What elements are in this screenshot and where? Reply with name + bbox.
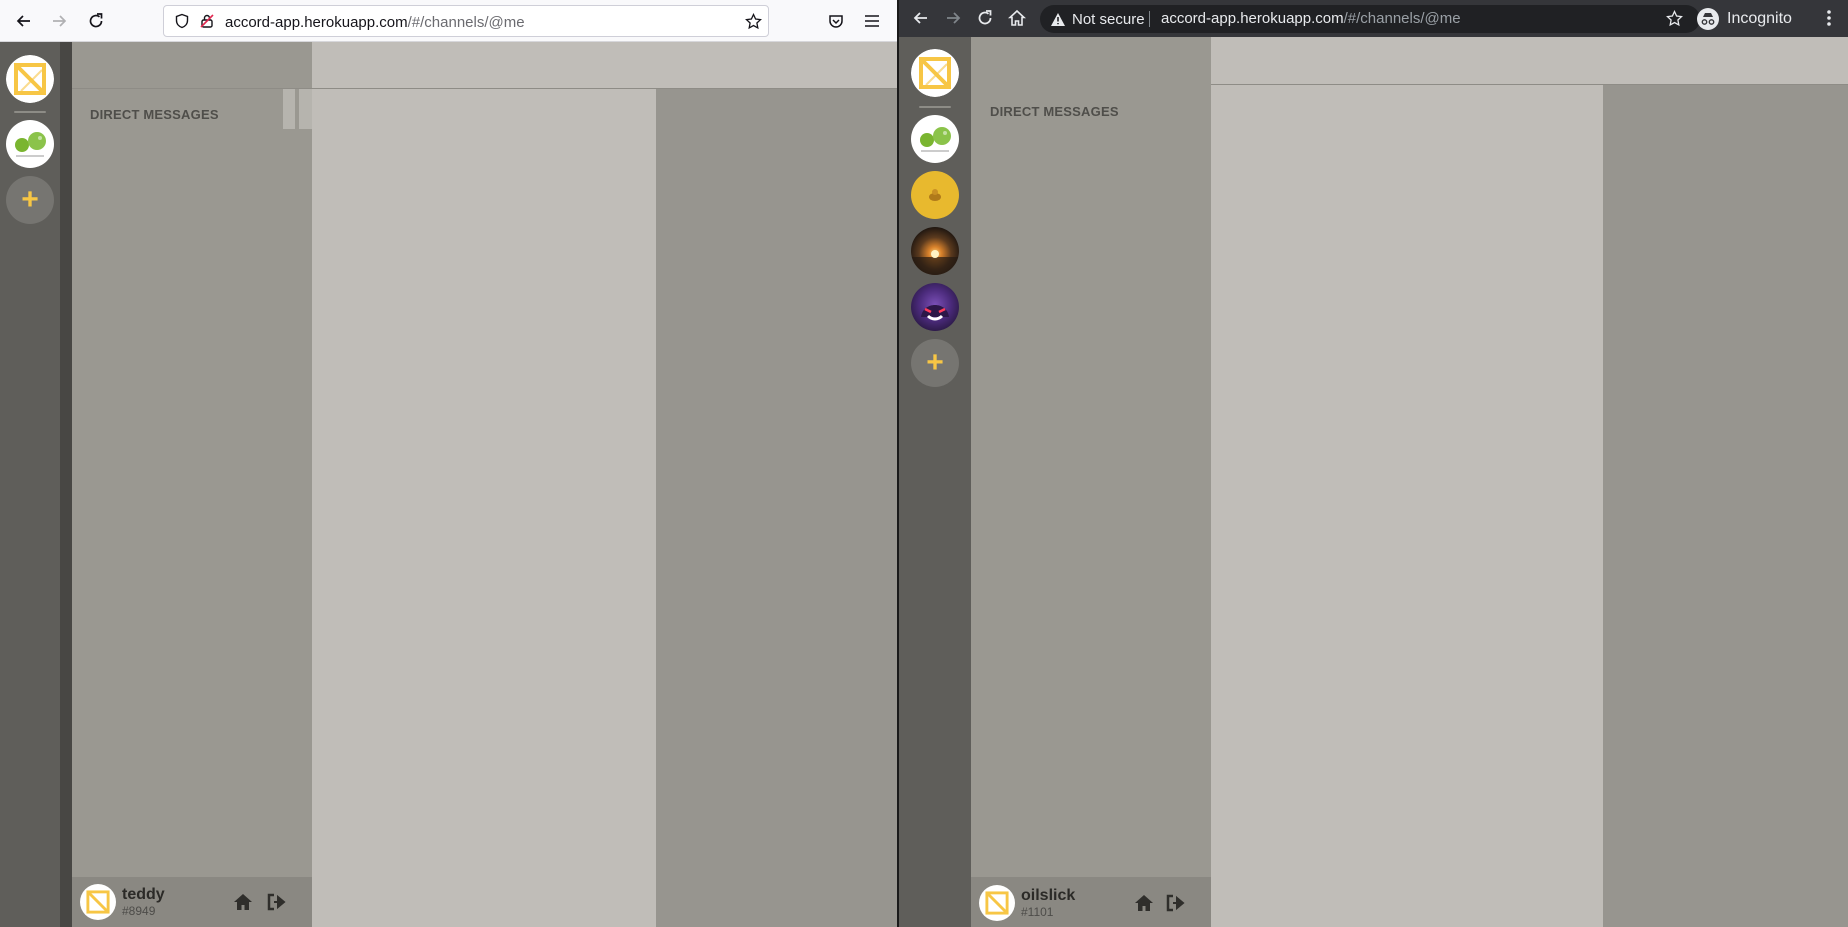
chat-header <box>1211 37 1848 84</box>
username: teddy <box>122 886 165 903</box>
username: oilslick <box>1021 887 1076 904</box>
back-arrow-icon[interactable] <box>12 9 36 33</box>
sunset-image-icon <box>911 250 959 275</box>
url-host: accord-app.herokuapp.com <box>1161 10 1344 27</box>
direct-messages-heading: DIRECT MESSAGES <box>990 104 1119 119</box>
member-list <box>1603 85 1848 927</box>
home-server-button[interactable] <box>911 49 959 97</box>
user-tag: #8949 <box>122 904 156 918</box>
warning-triangle-icon <box>1051 12 1065 26</box>
scroll-handle-2[interactable] <box>299 89 312 129</box>
plus-icon: + <box>926 346 944 379</box>
channel-sidebar: DIRECT MESSAGES <box>971 37 1211 927</box>
left-browser-window: accord-app.herokuapp.com/#/channels/@me … <box>0 0 897 927</box>
chat-header <box>312 42 897 88</box>
green-blob-icon <box>15 132 46 157</box>
yellow-server[interactable] <box>911 171 959 219</box>
channel-sidebar: DIRECT MESSAGES <box>72 42 312 927</box>
accord-logo-icon <box>911 49 959 97</box>
user-avatar[interactable] <box>80 884 116 920</box>
accord-app: + DIRECT MESSAGES oilslick #1101 <box>899 37 1848 927</box>
url-separator <box>1149 11 1150 27</box>
hamburger-menu-icon[interactable] <box>860 9 884 33</box>
reload-icon[interactable] <box>973 6 997 30</box>
server-rail: + <box>0 42 60 927</box>
url-bar[interactable]: Not secure accord-app.herokuapp.com/#/ch… <box>1040 5 1700 33</box>
green-blob-server[interactable] <box>6 120 54 168</box>
bookmark-star-icon[interactable] <box>1666 9 1683 32</box>
user-tag: #1101 <box>1021 905 1054 919</box>
server-separator <box>14 111 46 113</box>
firefox-toolbar: accord-app.herokuapp.com/#/channels/@me <box>0 0 897 42</box>
home-server-button[interactable] <box>6 55 54 103</box>
add-server-button[interactable]: + <box>6 176 54 224</box>
back-arrow-icon[interactable] <box>909 6 933 30</box>
sunset-server[interactable] <box>911 227 959 275</box>
broken-lock-icon[interactable] <box>199 13 215 34</box>
logout-icon[interactable] <box>266 891 288 913</box>
direct-messages-heading: DIRECT MESSAGES <box>90 107 219 122</box>
url-text[interactable]: accord-app.herokuapp.com/#/channels/@me <box>225 14 525 31</box>
add-server-button[interactable]: + <box>911 339 959 387</box>
gengar-server[interactable] <box>911 283 959 331</box>
logout-icon[interactable] <box>1165 892 1187 914</box>
kebab-menu-icon[interactable] <box>1817 6 1841 30</box>
incognito-indicator[interactable]: Incognito <box>1697 7 1792 31</box>
url-bar[interactable]: accord-app.herokuapp.com/#/channels/@me <box>163 5 769 37</box>
incognito-label: Incognito <box>1727 10 1792 27</box>
incognito-icon <box>1697 8 1719 30</box>
url-path: /#/channels/@me <box>407 14 525 31</box>
reload-icon[interactable] <box>84 9 108 33</box>
server-rail: + <box>899 37 971 927</box>
accord-logo-icon <box>6 55 54 103</box>
pocket-icon[interactable] <box>824 9 848 33</box>
server-separator <box>919 106 951 108</box>
member-list <box>656 89 897 927</box>
scroll-handle[interactable] <box>283 89 295 129</box>
shield-icon[interactable] <box>174 13 190 34</box>
small-creature-icon <box>929 189 941 201</box>
home-icon[interactable] <box>1133 892 1155 914</box>
forward-arrow-icon[interactable] <box>47 9 71 33</box>
forward-arrow-icon[interactable] <box>941 6 965 30</box>
user-panel: oilslick #1101 <box>971 877 1211 927</box>
not-secure-chip[interactable]: Not secure <box>1050 9 1145 29</box>
home-icon[interactable] <box>1005 6 1029 30</box>
user-panel: teddy #8949 <box>72 877 312 927</box>
url-host: accord-app.herokuapp.com <box>225 14 408 31</box>
plus-icon: + <box>21 183 39 216</box>
url-text[interactable]: accord-app.herokuapp.com/#/channels/@me <box>1161 10 1461 27</box>
accord-app: + DIRECT MESSAGES teddy #8949 <box>0 42 897 927</box>
url-path: /#/channels/@me <box>1343 10 1461 27</box>
home-icon[interactable] <box>232 891 254 913</box>
ghost-face-icon <box>921 305 949 321</box>
accord-logo-icon <box>86 890 110 914</box>
green-blob-icon <box>920 127 951 152</box>
not-secure-label: Not secure <box>1072 10 1145 28</box>
right-browser-window: Not secure accord-app.herokuapp.com/#/ch… <box>899 0 1848 927</box>
green-blob-server[interactable] <box>911 115 959 163</box>
accord-logo-icon <box>985 891 1009 915</box>
chrome-toolbar: Not secure accord-app.herokuapp.com/#/ch… <box>899 0 1848 37</box>
bookmark-star-icon[interactable] <box>745 12 762 35</box>
rail-edge <box>60 42 72 927</box>
chat-area <box>1211 85 1603 927</box>
chat-area <box>312 89 656 927</box>
user-avatar[interactable] <box>979 885 1015 921</box>
